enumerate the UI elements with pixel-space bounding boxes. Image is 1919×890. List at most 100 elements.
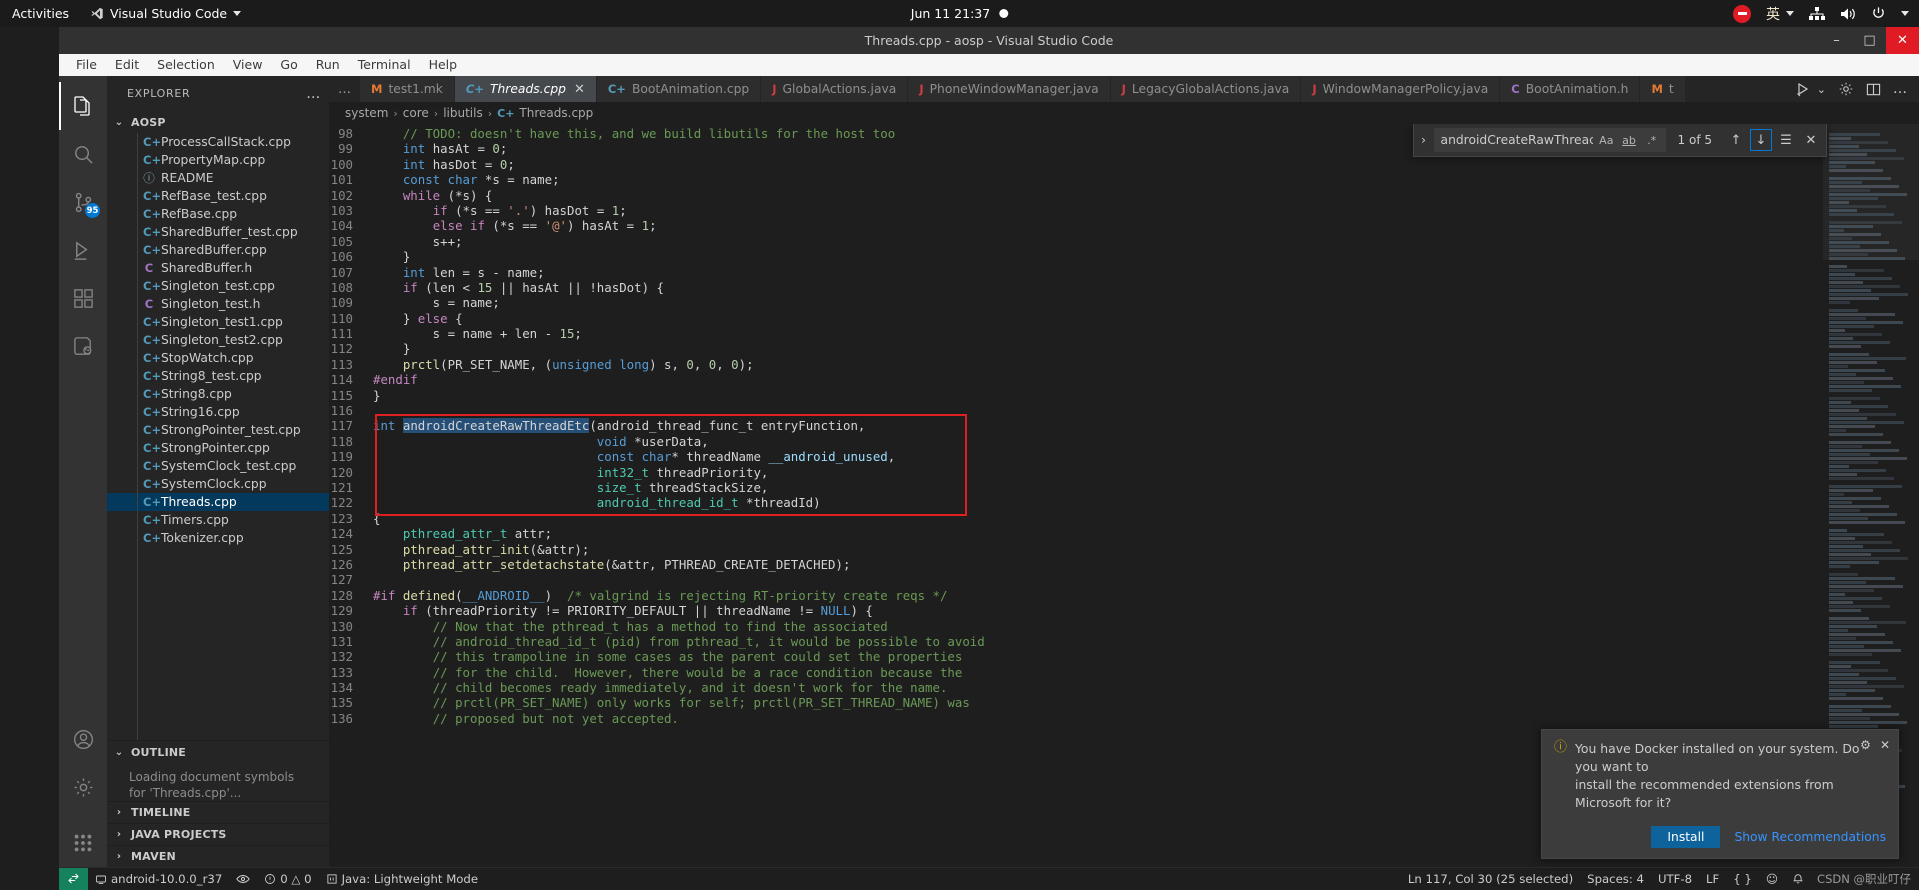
find-widget[interactable]: › androidCreateRawThreac Aa ab .* 1 of 5… (1412, 124, 1827, 157)
code-line[interactable]: 120 int32_t threadPriority, (329, 465, 1823, 480)
notification-toast[interactable]: ⚙ ✕ ⓘ You have Docker installed on your … (1541, 729, 1899, 859)
code-line[interactable]: 108 if (len < 15 || hasAt || !hasDot) { (329, 280, 1823, 295)
file-tree-item[interactable]: C+ Threads.cpp (107, 493, 329, 511)
gear-icon[interactable]: ⚙ (1860, 738, 1871, 752)
code-line-text[interactable]: const char* threadName __android_unused, (373, 449, 895, 464)
java-mode-item[interactable]: Java: Lightweight Mode (319, 868, 485, 890)
file-tree-item[interactable]: C+ Tokenizer.cpp (107, 529, 329, 547)
code-line[interactable]: 110 } else { (329, 311, 1823, 326)
more-actions-icon[interactable]: … (1893, 81, 1907, 97)
code-line[interactable]: 127 (329, 572, 1823, 587)
activities-button[interactable]: Activities (12, 6, 69, 21)
code-line-text[interactable]: prctl(PR_SET_NAME, (unsigned long) s, 0,… (373, 357, 754, 372)
eol[interactable]: LF (1699, 868, 1726, 890)
editor-tab[interactable]: C BootAnimation.h (1500, 76, 1641, 102)
code-line-text[interactable]: void *userData, (373, 434, 709, 449)
code-line[interactable]: 115} (329, 388, 1823, 403)
editor-tab[interactable]: C+ BootAnimation.cpp (596, 76, 762, 102)
network-icon[interactable] (1809, 6, 1825, 21)
code-line[interactable]: 106 } (329, 249, 1823, 264)
editor-tab[interactable]: J PhoneWindowManager.java (908, 76, 1111, 102)
code-line-text[interactable]: // TODO: doesn't have this, and we build… (373, 126, 895, 141)
activity-search[interactable] (59, 130, 107, 178)
menu-edit[interactable]: Edit (106, 54, 148, 76)
menu-file[interactable]: File (67, 54, 106, 76)
code-line[interactable]: 102 while (*s) { (329, 188, 1823, 203)
previous-match-button[interactable]: ↑ (1725, 129, 1747, 151)
code-line[interactable]: 135 // prctl(PR_SET_NAME) only works for… (329, 695, 1823, 710)
code-line-text[interactable]: if (*s == '.') hasDot = 1; (373, 203, 627, 218)
maximize-button[interactable]: □ (1853, 27, 1886, 54)
code-line[interactable]: 104 else if (*s == '@') hasAt = 1; (329, 218, 1823, 233)
activity-source-control[interactable]: 95 (59, 178, 107, 226)
close-find-button[interactable]: ✕ (1800, 129, 1822, 151)
menu-terminal[interactable]: Terminal (349, 54, 420, 76)
problems-item[interactable]: 0 △ 0 (257, 868, 318, 890)
outline-header[interactable]: ⌄ OUTLINE (107, 741, 329, 763)
run-or-debug-icon[interactable] (1795, 81, 1811, 97)
file-tree-item[interactable]: C Singleton_test.h (107, 295, 329, 313)
android-device-item[interactable]: android-10.0.0_r37 (88, 868, 229, 890)
code-line-text[interactable]: } (373, 388, 380, 403)
editor-tab[interactable]: J WindowManagerPolicy.java (1301, 76, 1501, 102)
file-tree-item[interactable]: C+ Singleton_test1.cpp (107, 313, 329, 331)
file-tree-item[interactable]: C+ PropertyMap.cpp (107, 151, 329, 169)
match-whole-word-icon[interactable]: ab (1619, 130, 1639, 150)
code-line[interactable]: 129 if (threadPriority != PRIORITY_DEFAU… (329, 603, 1823, 618)
code-line[interactable]: 109 s = name; (329, 295, 1823, 310)
code-line[interactable]: 103 if (*s == '.') hasDot = 1; (329, 203, 1823, 218)
code-line-text[interactable]: #if defined(__ANDROID__) /* valgrind is … (373, 588, 947, 603)
code-line-text[interactable]: } (373, 249, 410, 264)
code-line[interactable]: 112 } (329, 341, 1823, 356)
code-line-text[interactable]: const char *s = name; (373, 172, 560, 187)
file-tree-item[interactable]: C+ String8.cpp (107, 385, 329, 403)
code-line[interactable]: 134 // child becomes ready immediately, … (329, 680, 1823, 695)
code-line-text[interactable]: size_t threadStackSize, (373, 480, 769, 495)
volume-icon[interactable] (1840, 7, 1856, 21)
code-line-text[interactable]: // proposed but not yet accepted. (373, 711, 679, 726)
activity-manage[interactable] (59, 763, 107, 811)
code-line-text[interactable]: int hasAt = 0; (373, 141, 507, 156)
next-match-button[interactable]: ↓ (1750, 129, 1772, 151)
code-line-text[interactable]: // android_thread_id_t (pid) from pthrea… (373, 634, 985, 649)
code-line-text[interactable]: #endif (373, 372, 418, 387)
code-line-text[interactable]: int len = s - name; (373, 265, 545, 280)
code-line-text[interactable]: { (373, 511, 380, 526)
close-icon[interactable]: ✕ (1880, 738, 1890, 752)
code-line[interactable]: 114 #endif (329, 372, 1823, 387)
activity-extensions[interactable] (59, 274, 107, 322)
code-line[interactable]: 126 pthread_attr_setdetachstate(&attr, P… (329, 557, 1823, 572)
language-mode[interactable]: { } (1726, 868, 1759, 890)
remote-indicator[interactable] (59, 867, 88, 890)
file-tree-item[interactable]: C+ Singleton_test2.cpp (107, 331, 329, 349)
toggle-replace-icon[interactable]: › (1414, 133, 1434, 147)
code-line[interactable]: 105 s++; (329, 234, 1823, 249)
file-tree-item[interactable]: C+ StopWatch.cpp (107, 349, 329, 367)
ime-indicator[interactable]: 英 (1766, 4, 1794, 24)
code-line[interactable]: 119 const char* threadName __android_unu… (329, 449, 1823, 464)
find-input[interactable]: androidCreateRawThreac (1441, 133, 1594, 147)
cursor-position[interactable]: Ln 117, Col 30 (25 selected) (1401, 868, 1580, 890)
file-tree-item[interactable]: C SharedBuffer.h (107, 259, 329, 277)
editor-tab[interactable]: C+ Threads.cpp ✕ (454, 76, 597, 102)
chevron-down-icon[interactable] (1901, 11, 1909, 16)
code-line[interactable]: 100 int hasDot = 0; (329, 157, 1823, 172)
match-case-icon[interactable]: Aa (1596, 130, 1616, 150)
code-line-text[interactable]: int32_t threadPriority, (373, 465, 769, 480)
file-tree-item[interactable]: C+ StrongPointer_test.cpp (107, 421, 329, 439)
maven-section[interactable]: › MAVEN (107, 845, 329, 867)
do-not-disturb-icon[interactable] (1733, 4, 1751, 23)
code-line-text[interactable]: } else { (373, 311, 463, 326)
use-regex-icon[interactable]: .* (1642, 130, 1662, 150)
split-editor-icon[interactable] (1866, 82, 1881, 97)
code-line-text[interactable]: else if (*s == '@') hasAt = 1; (373, 218, 657, 233)
code-line-text[interactable]: // child becomes ready immediately, and … (373, 680, 948, 695)
editor-vertical-scrollbar[interactable] (1905, 124, 1919, 867)
code-line[interactable]: 113 prctl(PR_SET_NAME, (unsigned long) s… (329, 357, 1823, 372)
file-tree-item[interactable]: C+ SystemClock.cpp (107, 475, 329, 493)
find-input-box[interactable]: androidCreateRawThreac Aa ab .* (1433, 128, 1666, 152)
file-tree[interactable]: C+ ProcessCallStack.cpp C+ PropertyMap.cpp ⓘ… (107, 133, 329, 740)
activity-explorer[interactable] (59, 82, 107, 130)
code-line[interactable]: 116 (329, 403, 1823, 418)
menu-go[interactable]: Go (271, 54, 306, 76)
